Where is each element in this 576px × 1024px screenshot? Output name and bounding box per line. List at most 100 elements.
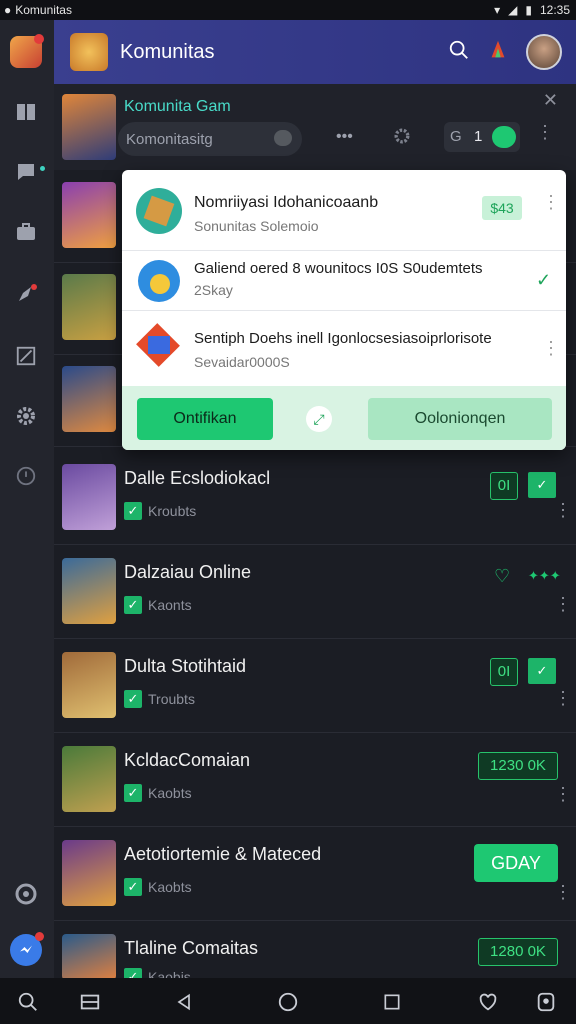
game-thumbnail xyxy=(62,274,116,340)
toggle-icon xyxy=(492,126,516,148)
game-meta: ✓ Kaobts xyxy=(124,878,192,896)
game-title: Tlaline Comaitas xyxy=(124,938,259,958)
close-icon[interactable]: ✕ xyxy=(543,90,558,111)
game-meta-text: Kaonts xyxy=(148,597,192,613)
search-icon[interactable] xyxy=(14,988,42,1016)
page-title: Komunitas xyxy=(120,40,215,63)
more-horizontal-icon[interactable]: ••• xyxy=(336,128,353,146)
circle-icon[interactable] xyxy=(10,878,42,910)
rocket-icon[interactable] xyxy=(10,278,42,310)
popup-item-subtitle: Sonunitas Solemoio xyxy=(194,218,319,234)
bottom-navigation xyxy=(0,978,576,1024)
game-thumbnail xyxy=(62,840,116,906)
confirm-button[interactable]: Ontifikan xyxy=(137,398,273,440)
game-meta-text: Kaobts xyxy=(148,785,192,801)
gear-icon[interactable] xyxy=(10,400,42,432)
recents-icon[interactable] xyxy=(378,988,406,1016)
rating-icon: ✦✦✦ xyxy=(528,568,561,583)
game-meta: ✓ Kaobts xyxy=(124,784,192,802)
list-item[interactable]: KcldacComaian ✓ Kaobts 1230 0K ⋮ xyxy=(54,734,576,827)
search-placeholder: Komonitasitg xyxy=(126,131,213,148)
status-bar: ● Komunitas ▾ ◢ ▮ 12:35 xyxy=(0,0,576,20)
pinned-community[interactable]: Komunita Gam Komonitasitg ••• G 1 ✕ ⋮ xyxy=(54,84,576,170)
counter-value: 1 xyxy=(474,128,483,145)
game-thumbnail xyxy=(62,464,116,530)
popup-actions: Ontifikan ⤢ Oolonionqen xyxy=(122,386,566,450)
kebab-menu-icon[interactable]: ⋮ xyxy=(554,595,572,613)
shield-icon[interactable] xyxy=(10,460,42,492)
messenger-icon[interactable] xyxy=(10,932,44,966)
back-icon[interactable] xyxy=(170,988,198,1016)
list-item[interactable]: Dalzaiau Online ✓ Kaonts ♡ ✦✦✦ ⋮ xyxy=(54,546,576,639)
game-meta-text: Kaobts xyxy=(148,879,192,895)
list-item[interactable]: Tlaline Comaitas ✓ Kaobis 1280 0K xyxy=(54,922,576,986)
flame-icon[interactable] xyxy=(488,39,508,66)
price-tag: $43 xyxy=(482,196,522,220)
briefcase-icon[interactable] xyxy=(10,216,42,248)
community-logo-icon xyxy=(70,33,108,71)
kebab-menu-icon[interactable]: ⋮ xyxy=(554,785,572,803)
status-app-label: Komunitas xyxy=(15,3,72,17)
popup-item[interactable]: Nomriiyasi Idohanicoaanb Sonunitas Solem… xyxy=(122,170,566,251)
heart-icon[interactable] xyxy=(474,988,502,1016)
kebab-menu-icon[interactable]: ⋮ xyxy=(542,193,560,211)
community-thumbnail xyxy=(62,94,116,160)
status-badge: 1280 0K xyxy=(478,938,558,966)
list-item[interactable]: Dulta Stotihtaid ✓ Troubts 0I ✓ ⋮ xyxy=(54,640,576,733)
check-icon: ✓ xyxy=(124,784,142,802)
link-icon[interactable]: ⤢ xyxy=(306,406,332,432)
status-time: 12:35 xyxy=(539,3,570,17)
game-avatar-icon xyxy=(136,323,180,367)
check-icon[interactable]: ✓ xyxy=(536,270,551,291)
game-thumbnail xyxy=(62,182,116,248)
check-toggle-icon[interactable]: ✓ xyxy=(528,658,556,684)
search-input[interactable]: Komonitasitg xyxy=(118,122,302,156)
app-logo-icon[interactable] xyxy=(10,34,44,68)
settings-icon[interactable] xyxy=(392,126,412,151)
inbox-icon[interactable] xyxy=(76,988,104,1016)
kebab-menu-icon[interactable]: ⋮ xyxy=(536,123,554,141)
game-title: Dulta Stotihtaid xyxy=(124,656,247,676)
edit-square-icon[interactable] xyxy=(10,340,42,372)
game-thumbnail xyxy=(62,746,116,812)
play-button[interactable]: GDAY xyxy=(474,844,558,882)
home-icon[interactable] xyxy=(274,988,302,1016)
status-badge: 1230 0K xyxy=(478,752,558,780)
chat-icon[interactable] xyxy=(10,156,42,188)
check-icon: ✓ xyxy=(124,878,142,896)
game-title: Dalle Ecslodiokacl xyxy=(124,468,271,488)
notification-counter[interactable]: G 1 xyxy=(444,122,520,152)
list-item[interactable]: Dalle Ecslodiokacl ✓ Kroubts 0I ✓ ⋮ xyxy=(54,452,576,545)
community-avatar-icon xyxy=(136,188,182,234)
game-thumbnail xyxy=(62,934,116,980)
check-icon: ✓ xyxy=(124,690,142,708)
game-meta: ✓ Troubts xyxy=(124,690,195,708)
search-icon[interactable] xyxy=(448,39,470,66)
book-icon[interactable] xyxy=(10,96,42,128)
profile-icon[interactable] xyxy=(532,988,560,1016)
list-item[interactable]: Aetotiortemie & Mateced ✓ Kaobts GDAY ⋮ xyxy=(54,828,576,921)
game-title: Dalzaiau Online xyxy=(124,562,252,582)
battery-icon: ▮ xyxy=(525,3,532,17)
kebab-menu-icon[interactable]: ⋮ xyxy=(542,339,560,357)
kebab-menu-icon[interactable]: ⋮ xyxy=(554,883,572,901)
secondary-button[interactable]: Oolonionqen xyxy=(368,398,552,440)
kebab-menu-icon[interactable]: ⋮ xyxy=(554,689,572,707)
popup-item-title: Sentiph Doehs inell Igonlocsesiasoiprlor… xyxy=(194,330,492,347)
kebab-menu-icon[interactable]: ⋮ xyxy=(554,501,572,519)
game-title: Aetotiortemie & Mateced xyxy=(124,844,322,864)
popup-item-subtitle: 2Skay xyxy=(194,282,233,298)
left-rail xyxy=(0,20,54,978)
game-title: KcldacComaian xyxy=(124,750,251,770)
heart-icon[interactable]: ♡ xyxy=(494,566,510,587)
popup-item[interactable]: Sentiph Doehs inell Igonlocsesiasoiprlor… xyxy=(122,310,566,386)
emoji-avatar-icon xyxy=(138,260,180,302)
game-thumbnail xyxy=(62,366,116,432)
app-status-icon: ● xyxy=(4,3,12,17)
signal-icon: ◢ xyxy=(508,3,518,17)
popup-item[interactable]: Galiend oered 8 wounitocs I0S S0udemtets… xyxy=(122,250,566,311)
avatar[interactable] xyxy=(526,34,562,70)
notification-popup: Nomriiyasi Idohanicoaanb Sonunitas Solem… xyxy=(122,170,566,450)
check-toggle-icon[interactable]: ✓ xyxy=(528,472,556,498)
check-icon: ✓ xyxy=(124,596,142,614)
